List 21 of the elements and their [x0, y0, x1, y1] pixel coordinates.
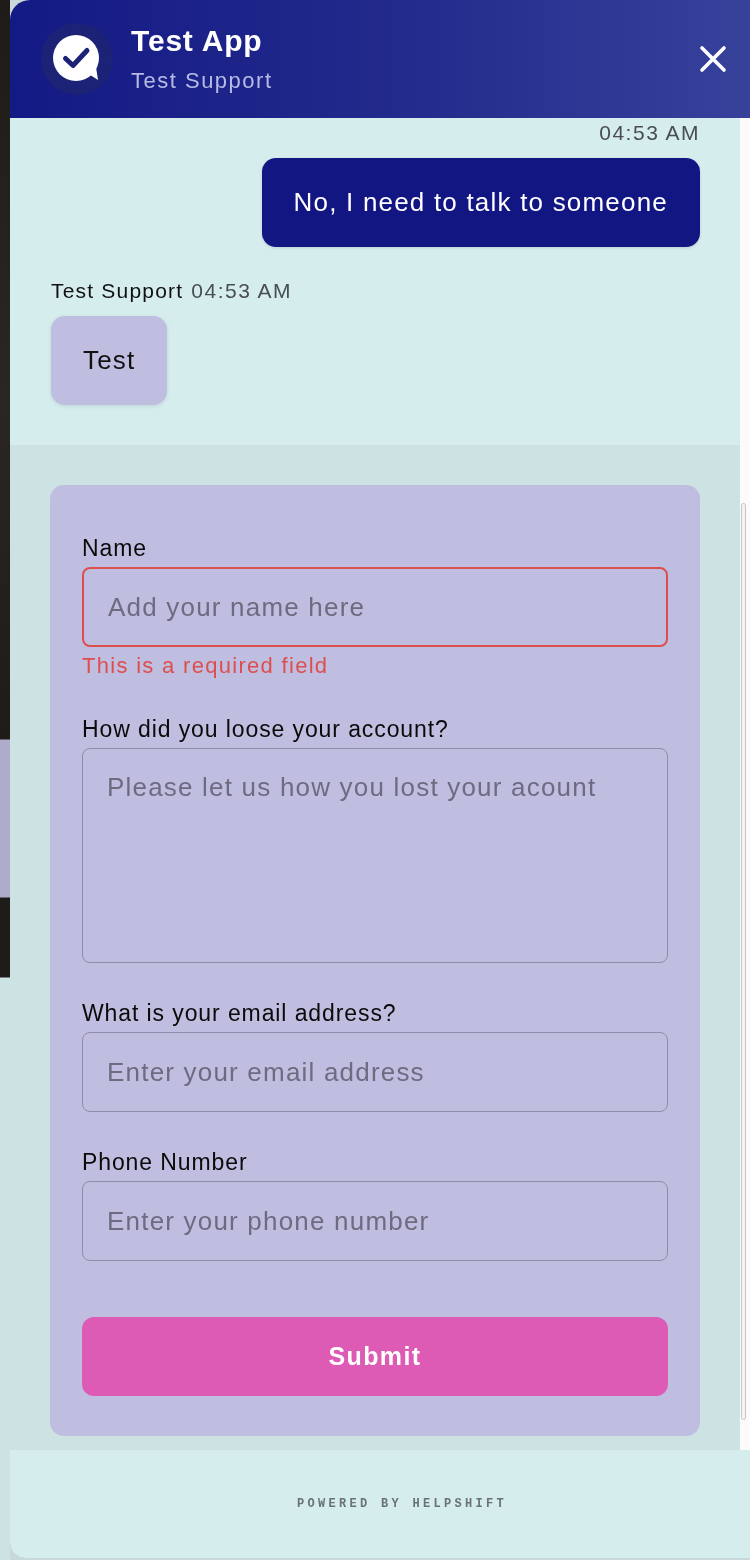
- scrollbar-thumb[interactable]: [741, 503, 746, 1420]
- powered-by-text: POWERED BY HELPSHIFT: [297, 1497, 507, 1511]
- received-message-bubble: Test: [51, 316, 168, 405]
- sender-name: Test Support: [51, 278, 184, 304]
- text-input[interactable]: Add your name here: [82, 567, 668, 647]
- app-subtitle: Test Support: [131, 68, 273, 94]
- app-title: Test App: [131, 24, 263, 58]
- text-input[interactable]: Enter your phone number: [82, 1181, 668, 1261]
- message-time: 04:53 AM: [599, 120, 700, 146]
- submit-button[interactable]: Submit: [82, 1317, 668, 1396]
- text-input[interactable]: Enter your email address: [82, 1032, 668, 1112]
- close-icon[interactable]: [699, 45, 727, 73]
- chat-check-icon: [41, 23, 113, 95]
- message-time: 04:53 AM: [191, 278, 293, 304]
- field-label: Name: [82, 535, 147, 561]
- field-label: How did you loose your account?: [82, 716, 449, 742]
- error-message: This is a required field: [82, 653, 329, 679]
- field-label: Phone Number: [82, 1149, 248, 1175]
- sent-message-bubble: No, I need to talk to someone: [261, 158, 700, 247]
- text-area[interactable]: Please let us how you lost your acount: [82, 748, 668, 963]
- field-label: What is your email address?: [82, 1000, 397, 1026]
